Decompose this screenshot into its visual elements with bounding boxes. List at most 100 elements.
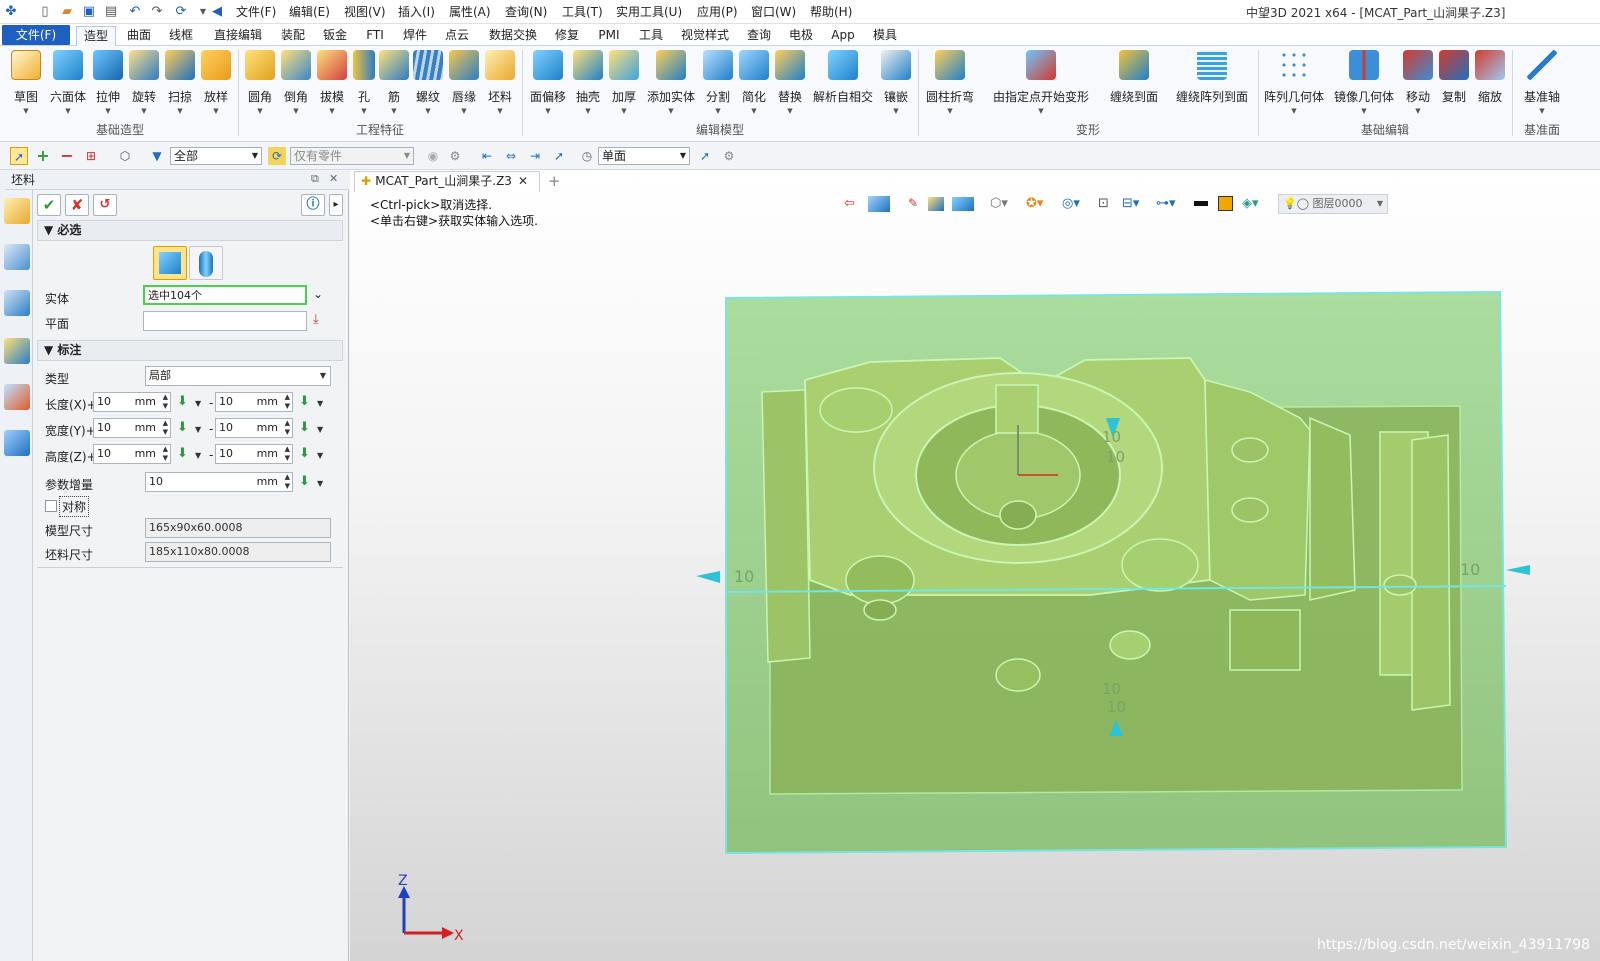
- tab-modeling[interactable]: 造型: [76, 26, 116, 46]
- open-file-icon[interactable]: ▰: [58, 3, 76, 21]
- part-filter-select[interactable]: 仅有零件 ▼: [290, 147, 414, 165]
- replace-button[interactable]: 替换 ▼: [772, 50, 808, 120]
- entity-field[interactable]: 选中104个: [143, 285, 307, 305]
- menu-apps[interactable]: 应用(P): [697, 4, 738, 20]
- tab-inquire[interactable]: 查询: [742, 26, 776, 46]
- length-plus-input[interactable]: 10 mm ▲ ▼: [93, 392, 171, 412]
- menu-tools[interactable]: 工具(T): [562, 4, 603, 20]
- user-icon[interactable]: [4, 430, 30, 456]
- loft-button[interactable]: 放样 ▼: [198, 50, 234, 120]
- dropdown-icon[interactable]: ▼: [317, 425, 323, 434]
- menu-utilities[interactable]: 实用工具(U): [616, 4, 682, 20]
- undo-icon[interactable]: ↶: [126, 3, 144, 21]
- panel-pin-icon[interactable]: ⧉: [311, 172, 319, 186]
- menu-attribute[interactable]: 属性(A): [449, 4, 491, 20]
- tab-repair[interactable]: 修复: [550, 26, 584, 46]
- dropdown-icon[interactable]: ▼: [317, 399, 323, 408]
- blank-button[interactable]: 坯料 ▼: [482, 50, 518, 120]
- remove-selection-icon[interactable]: −: [58, 147, 76, 165]
- menu-help[interactable]: 帮助(H): [810, 4, 852, 20]
- split-button[interactable]: 分割 ▼: [700, 50, 736, 120]
- type-select[interactable]: 局部 ▼: [145, 366, 331, 386]
- panel-close-icon[interactable]: ✕: [329, 172, 338, 185]
- sweep-button[interactable]: 扫掠 ▼: [162, 50, 198, 120]
- menu-view[interactable]: 视图(V): [344, 4, 386, 20]
- resolve-self-intersect-button[interactable]: 解析自相交: [810, 50, 876, 120]
- pick-option-icon[interactable]: ➚: [696, 147, 714, 165]
- tab-app[interactable]: App: [826, 26, 860, 46]
- cancel-button[interactable]: ✘: [65, 194, 89, 216]
- dropdown-icon[interactable]: ▼: [195, 451, 201, 460]
- thicken-button[interactable]: 加厚 ▼: [606, 50, 642, 120]
- wrap-pattern-to-face-button[interactable]: 缠绕阵列到面: [1170, 50, 1254, 120]
- width-minus-pick-icon[interactable]: ⬇: [299, 421, 313, 435]
- thread-button[interactable]: 螺纹 ▼: [410, 50, 446, 120]
- align-center-icon[interactable]: ⇔: [502, 147, 520, 165]
- menu-edit[interactable]: 编辑(E): [289, 4, 330, 20]
- tab-surface[interactable]: 曲面: [122, 26, 156, 46]
- face-offset-button[interactable]: 面偏移 ▼: [526, 50, 570, 120]
- entity-expand-icon[interactable]: ⌄: [313, 287, 323, 301]
- menu-insert[interactable]: 插入(I): [398, 4, 435, 20]
- tab-sheetmetal[interactable]: 钣金: [318, 26, 352, 46]
- cursor-option-icon[interactable]: ➚: [550, 147, 568, 165]
- face-mode-select[interactable]: 单面 ▼: [598, 147, 690, 165]
- menu-query[interactable]: 查询(N): [505, 4, 547, 20]
- wrap-to-face-button[interactable]: 缠绕到面: [1104, 50, 1164, 120]
- lip-button[interactable]: 唇缘 ▼: [446, 50, 482, 120]
- tab-pmi[interactable]: PMI: [592, 26, 626, 46]
- tab-visual-style[interactable]: 视觉样式: [676, 26, 734, 46]
- mirror-geometry-button[interactable]: 镜像几何体 ▼: [1332, 50, 1396, 120]
- pick-settings-icon[interactable]: ⚙: [720, 147, 738, 165]
- height-minus-input[interactable]: 10 mm ▲ ▼: [215, 444, 293, 464]
- handle-right[interactable]: [1506, 565, 1530, 575]
- scale-button[interactable]: 缩放: [1472, 50, 1508, 120]
- simplify-button[interactable]: 简化 ▼: [736, 50, 772, 120]
- apply-button[interactable]: ↺: [93, 194, 117, 216]
- dropdown-icon[interactable]: ▼: [195, 399, 201, 408]
- width-minus-input[interactable]: 10 mm ▲ ▼: [215, 418, 293, 438]
- dropdown-icon[interactable]: ▼: [195, 425, 201, 434]
- tab-pointcloud[interactable]: 点云: [440, 26, 474, 46]
- align-right-icon[interactable]: ⇥: [526, 147, 544, 165]
- part-filter-icon[interactable]: ⟳: [268, 147, 286, 165]
- increment-pick-icon[interactable]: ⬇: [299, 475, 313, 489]
- move-button[interactable]: 移动 ▼: [1400, 50, 1436, 120]
- align-left-icon[interactable]: ⇤: [478, 147, 496, 165]
- solid-type-button[interactable]: [153, 246, 187, 280]
- polygon-select-icon[interactable]: ⬡: [116, 147, 134, 165]
- handle-left[interactable]: [696, 571, 720, 583]
- settings-tool-icon[interactable]: ⚙: [446, 147, 464, 165]
- save-icon[interactable]: ▣: [80, 3, 98, 21]
- model-view[interactable]: 10 10 10 10 10 10 Z X: [350, 170, 1600, 961]
- datum-axis-button[interactable]: 基准轴 ▼: [1518, 50, 1566, 120]
- cylinder-type-button[interactable]: [189, 246, 223, 280]
- length-minus-input[interactable]: 10 mm ▲ ▼: [215, 392, 293, 412]
- box-select-icon[interactable]: ⊞: [82, 147, 100, 165]
- section-required[interactable]: ▼ 必选: [37, 220, 343, 241]
- hole-button[interactable]: 孔 ▼: [350, 50, 378, 120]
- draft-button[interactable]: 拔模 ▼: [314, 50, 350, 120]
- tab-data-exchange[interactable]: 数据交换: [484, 26, 542, 46]
- deform-by-point-button[interactable]: 由指定点开始变形 ▼: [984, 50, 1098, 120]
- panel-expand-button[interactable]: ▸: [329, 194, 343, 216]
- tab-mold[interactable]: 模具: [868, 26, 902, 46]
- filter-icon[interactable]: ▼: [148, 147, 166, 165]
- regen-icon[interactable]: ⟳: [172, 3, 190, 21]
- history-tree-icon[interactable]: [4, 244, 30, 270]
- tab-fti[interactable]: FTI: [360, 26, 390, 46]
- pick-cursor-icon[interactable]: ➚: [10, 147, 28, 165]
- add-solid-button[interactable]: 添加实体 ▼: [642, 50, 700, 120]
- expand-menu-icon[interactable]: ◀: [208, 3, 226, 21]
- block-button[interactable]: 六面体 ▼: [48, 50, 88, 120]
- dropdown-icon[interactable]: ▼: [317, 451, 323, 460]
- visual-manager-icon[interactable]: [4, 384, 30, 410]
- tab-assembly[interactable]: 装配: [276, 26, 310, 46]
- tab-wireframe[interactable]: 线框: [164, 26, 198, 46]
- tab-direct-edit[interactable]: 直接编辑: [208, 26, 268, 46]
- cylinder-bend-button[interactable]: 圆柱折弯 ▼: [922, 50, 978, 120]
- redo-icon[interactable]: ↷: [148, 3, 166, 21]
- new-file-icon[interactable]: ▯: [36, 3, 54, 21]
- symmetric-checkbox[interactable]: [45, 500, 57, 512]
- length-plus-pick-icon[interactable]: ⬇: [177, 395, 191, 409]
